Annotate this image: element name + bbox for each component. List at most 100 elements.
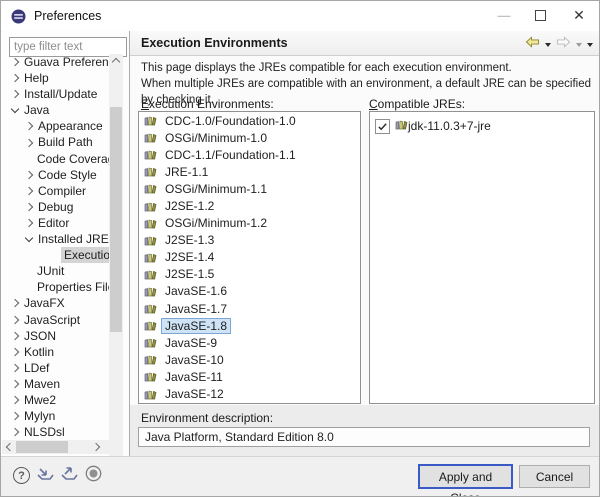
chevron-right-icon[interactable] — [25, 122, 33, 130]
sidebar-horizontal-scrollbar[interactable] — [2, 440, 109, 454]
chevron-right-icon[interactable] — [11, 364, 19, 372]
env-list-item[interactable]: JRE-1.1 — [139, 163, 360, 180]
env-item-label: CDC-1.1/Foundation-1.1 — [161, 147, 300, 163]
sidebar-item-installed-jres[interactable]: Installed JREs — [2, 231, 109, 247]
vertical-scroll-thumb[interactable] — [110, 107, 122, 332]
env-list-item[interactable]: CDC-1.1/Foundation-1.1 — [139, 146, 360, 163]
help-icon[interactable]: ? — [13, 467, 30, 484]
chevron-right-icon[interactable] — [11, 90, 19, 98]
sidebar-item-properties-files[interactable]: Properties Files — [2, 279, 109, 295]
env-list-item[interactable]: JavaSE-9 — [139, 334, 360, 351]
chevron-right-icon[interactable] — [11, 315, 19, 323]
apply-and-close-button[interactable]: Apply and Close — [419, 465, 512, 488]
env-list-item[interactable]: JavaSE-10 — [139, 351, 360, 368]
sidebar-item-nlsdsl[interactable]: NLSDsl — [2, 424, 109, 439]
sidebar-item-execution-environments[interactable]: Execution Environments — [2, 247, 109, 263]
chevron-right-icon[interactable] — [11, 299, 19, 307]
env-list-item[interactable]: OSGi/Minimum-1.0 — [139, 129, 360, 146]
view-menu-icon[interactable] — [587, 43, 593, 47]
sidebar-item-debug[interactable]: Debug — [2, 199, 109, 215]
env-item-label: JavaSE-1.7 — [161, 301, 231, 317]
chevron-down-icon[interactable] — [25, 233, 33, 241]
env-list-item[interactable]: J2SE-1.2 — [139, 197, 360, 214]
chevron-right-icon[interactable] — [25, 170, 33, 178]
sidebar-item-help[interactable]: Help — [2, 70, 109, 86]
maximize-button[interactable] — [523, 1, 557, 30]
scroll-left-icon[interactable] — [2, 440, 16, 454]
sidebar-item-code-coverage[interactable]: Code Coverage — [2, 151, 109, 167]
record-circle-icon[interactable] — [85, 465, 102, 485]
env-list-item[interactable]: OSGi/Minimum-1.1 — [139, 180, 360, 197]
back-history-dropdown-icon[interactable] — [545, 43, 551, 47]
horizontal-scroll-thumb[interactable] — [16, 441, 68, 453]
env-list-item[interactable]: JavaSE-12 — [139, 386, 360, 403]
chevron-right-icon[interactable] — [11, 428, 19, 436]
sidebar-item-ldef[interactable]: LDef — [2, 360, 109, 376]
env-list-item[interactable]: JavaSE-11 — [139, 368, 360, 385]
compatible-jre-list[interactable]: jdk-11.0.3+7-jre — [369, 111, 595, 404]
main-panel: Execution Environments This page display… — [130, 31, 600, 456]
import-preferences-icon[interactable] — [37, 466, 54, 484]
execution-env-list[interactable]: CDC-1.0/Foundation-1.0OSGi/Minimum-1.0CD… — [138, 111, 361, 404]
chevron-right-icon[interactable] — [25, 187, 33, 195]
chevron-right-icon[interactable] — [11, 74, 19, 82]
sidebar-item-install-update[interactable]: Install/Update — [2, 86, 109, 102]
chevron-right-icon[interactable] — [11, 331, 19, 339]
chevron-right-icon[interactable] — [25, 138, 33, 146]
chevron-right-icon[interactable] — [11, 396, 19, 404]
tree-item-label: JSON — [24, 328, 56, 344]
jre-checkbox[interactable] — [375, 119, 390, 134]
tree-item-label: JavaFX — [24, 295, 65, 311]
env-list-item[interactable]: J2SE-1.3 — [139, 232, 360, 249]
chevron-right-icon[interactable] — [11, 58, 19, 66]
tree-item-label: Code Coverage — [37, 151, 109, 167]
env-list-item[interactable]: OSGi/Minimum-1.2 — [139, 215, 360, 232]
scroll-right-icon[interactable] — [90, 440, 104, 454]
tree-item-label: JUnit — [37, 263, 64, 279]
env-list-item[interactable]: CDC-1.0/Foundation-1.0 — [139, 112, 360, 129]
env-list-item[interactable]: JavaSE-1.8 — [139, 317, 360, 334]
close-button[interactable]: ✕ — [562, 1, 596, 30]
env-item-label: J2SE-1.2 — [161, 198, 218, 214]
library-icon — [144, 269, 157, 280]
sidebar-item-editor[interactable]: Editor — [2, 215, 109, 231]
env-list-item[interactable]: J2SE-1.5 — [139, 266, 360, 283]
jre-list-item[interactable]: jdk-11.0.3+7-jre — [370, 112, 594, 136]
sidebar-item-compiler[interactable]: Compiler — [2, 183, 109, 199]
sidebar-item-json[interactable]: JSON — [2, 328, 109, 344]
page-description: This page displays the JREs compatible f… — [130, 56, 600, 96]
chevron-right-icon[interactable] — [11, 412, 19, 420]
sidebar-item-mylyn[interactable]: Mylyn — [2, 408, 109, 424]
library-icon — [144, 320, 157, 331]
sidebar-item-code-style[interactable]: Code Style — [2, 167, 109, 183]
sidebar-item-mwe2[interactable]: Mwe2 — [2, 392, 109, 408]
sidebar-item-junit[interactable]: JUnit — [2, 263, 109, 279]
export-preferences-icon[interactable] — [61, 466, 78, 484]
sidebar-item-javafx[interactable]: JavaFX — [2, 295, 109, 311]
env-list-item[interactable]: JavaSE-1.6 — [139, 283, 360, 300]
env-list-item[interactable]: J2SE-1.4 — [139, 249, 360, 266]
back-arrow-icon[interactable] — [525, 36, 540, 51]
sidebar-item-guava-preference[interactable]: Guava Preference — [2, 54, 109, 70]
library-icon — [144, 115, 157, 126]
chevron-right-icon[interactable] — [11, 380, 19, 388]
sidebar-item-java[interactable]: Java — [2, 102, 109, 118]
chevron-right-icon[interactable] — [25, 219, 33, 227]
chevron-right-icon[interactable] — [11, 347, 19, 355]
sidebar-item-build-path[interactable]: Build Path — [2, 134, 109, 150]
forward-history-dropdown-icon[interactable] — [576, 43, 582, 47]
env-item-label: OSGi/Minimum-1.2 — [161, 215, 271, 231]
library-icon — [144, 166, 157, 177]
sidebar-item-kotlin[interactable]: Kotlin — [2, 344, 109, 360]
sidebar-vertical-scrollbar[interactable] — [109, 54, 123, 469]
env-item-label: J2SE-1.3 — [161, 232, 218, 248]
sidebar-item-javascript[interactable]: JavaScript — [2, 312, 109, 328]
sidebar-item-maven[interactable]: Maven — [2, 376, 109, 392]
env-list-item[interactable]: JavaSE-1.7 — [139, 300, 360, 317]
chevron-right-icon[interactable] — [25, 203, 33, 211]
scroll-up-icon[interactable] — [109, 54, 123, 68]
cancel-button[interactable]: Cancel — [519, 465, 590, 488]
sidebar-item-appearance[interactable]: Appearance — [2, 118, 109, 134]
chevron-down-icon[interactable] — [11, 105, 19, 113]
footer-icons: ? — [13, 465, 102, 485]
